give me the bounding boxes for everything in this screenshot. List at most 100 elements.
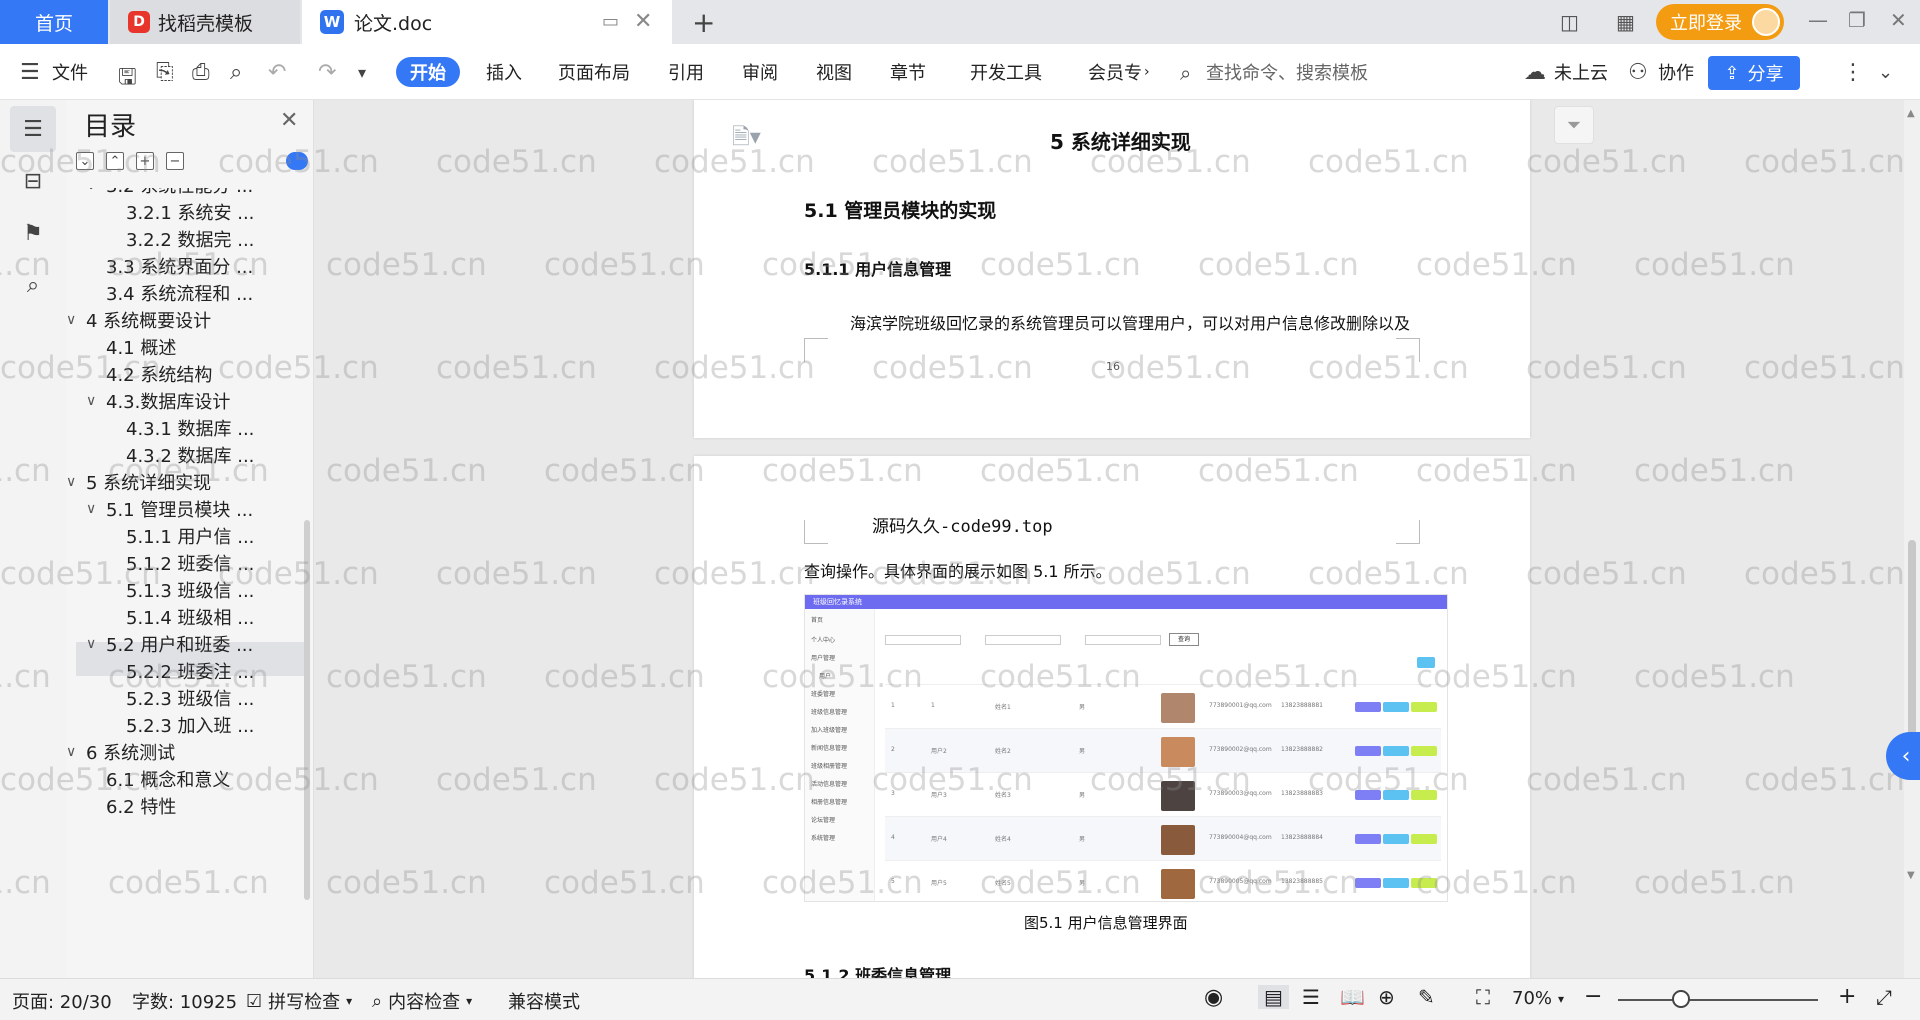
fullscreen-icon[interactable]: ⤢ <box>1876 985 1892 1009</box>
figure-cell: 1 <box>931 702 935 709</box>
figure-avatar <box>1161 825 1195 855</box>
document-page[interactable]: 源码久久-code99.top 查询操作。具体界面的展示如图 5.1 所示。 班… <box>694 456 1530 978</box>
monitor-icon[interactable]: ▭ <box>602 11 619 32</box>
login-button[interactable]: 立即登录 <box>1656 4 1784 40</box>
close-window-icon[interactable]: ✕ <box>1890 8 1907 32</box>
menu-page-layout[interactable]: 页面布局 <box>558 44 630 100</box>
tab-templates[interactable]: D 找稻壳模板 <box>110 0 300 44</box>
chevron-down-icon: ▾ <box>346 994 353 1008</box>
eye-protection-icon[interactable]: ◉ <box>1204 985 1223 1010</box>
save-icon[interactable]: 🖫 <box>118 60 137 98</box>
figure-cell: 773890001@qq.com <box>1209 702 1272 709</box>
figure-avatar <box>1161 869 1195 899</box>
toc-close-icon[interactable]: ✕ <box>280 108 298 133</box>
vertical-scrollbar[interactable]: ▲ ▼ <box>1904 100 1920 978</box>
remove-heading-icon[interactable]: − <box>166 152 184 170</box>
figure-table-row: 3 用户3 姓名3 男 773890003@qq.com 13823888883 <box>885 773 1441 817</box>
toc-item-label: 5.2 用户和班委 ... <box>106 634 254 656</box>
menu-view[interactable]: 视图 <box>816 44 852 100</box>
figure-search-field <box>985 635 1061 645</box>
fit-page-icon[interactable]: ⛶ <box>1476 985 1490 1009</box>
login-label: 立即登录 <box>1670 13 1742 34</box>
menu-member-label: 会员专 <box>1088 63 1142 84</box>
menu-developer[interactable]: 开发工具 <box>970 44 1042 100</box>
figure-menu-item: 个人中心 <box>811 637 836 644</box>
chevron-down-icon[interactable]: ∨ <box>66 474 86 490</box>
chevron-down-icon[interactable]: ∨ <box>66 744 86 760</box>
menu-view-label: 视图 <box>816 63 852 84</box>
add-heading-icon[interactable]: + <box>136 152 154 170</box>
undo-icon[interactable]: ↶ <box>268 60 286 85</box>
zoom-slider-handle[interactable] <box>1672 990 1690 1008</box>
collaborate-button[interactable]: 协作 <box>1658 44 1694 100</box>
figure-add-button <box>1417 657 1435 668</box>
command-search-input[interactable]: 查找命令、搜索模板 <box>1206 44 1368 100</box>
scroll-down-icon[interactable]: ▼ <box>1907 870 1915 881</box>
cloud-status-button[interactable]: 未上云 <box>1554 44 1608 100</box>
zoom-in-icon[interactable]: + <box>1838 984 1856 1009</box>
toc-view-icon[interactable]: ☰ <box>10 106 56 152</box>
spell-check-button[interactable]: ☑ 拼写检查 ▾ <box>246 988 352 1014</box>
write-mode-icon[interactable]: ✎ <box>1418 985 1435 1009</box>
toc-item[interactable]: 6.2 特性 <box>106 789 176 822</box>
find-icon[interactable]: ⌕ <box>10 262 56 308</box>
collapse-all-icon[interactable]: ⌃ <box>106 152 124 170</box>
tab-home[interactable]: 首页 <box>0 0 108 44</box>
figure-search-field <box>885 635 961 645</box>
menu-insert[interactable]: 插入 <box>486 44 522 100</box>
menu-chapter[interactable]: 章节 <box>890 44 926 100</box>
page-indicator[interactable]: 页面: 20/30 <box>12 988 112 1014</box>
minimize-icon[interactable]: — <box>1808 8 1828 32</box>
zoom-level-select[interactable]: 70% ▾ <box>1512 988 1564 1009</box>
print-icon[interactable]: ⎙ <box>192 60 210 85</box>
collapse-ribbon-icon[interactable]: ⌄ <box>1878 62 1893 83</box>
close-tab-icon[interactable]: ✕ <box>634 9 652 34</box>
file-menu[interactable]: 文件 <box>52 44 88 100</box>
outline-view-icon[interactable]: ☰ <box>1302 985 1320 1009</box>
figure-caption: 图5.1 用户信息管理界面 <box>1024 914 1188 932</box>
apps-grid-icon[interactable]: ▦ <box>1616 10 1635 34</box>
menu-start[interactable]: 开始 <box>396 57 460 87</box>
chevron-down-icon[interactable]: ∨ <box>86 188 106 193</box>
figure-cell: 13823888884 <box>1281 834 1323 841</box>
menu-scroll-right-icon[interactable]: › <box>1144 64 1150 80</box>
scroll-up-icon[interactable]: ▲ <box>1907 108 1915 119</box>
document-canvas[interactable]: 🗎▾ 5 系统详细实现 5.1 管理员模块的实现 5.1.1 用户信息管理 海滨… <box>314 100 1904 978</box>
menu-review[interactable]: 审阅 <box>742 44 778 100</box>
document-page[interactable]: 🗎▾ 5 系统详细实现 5.1 管理员模块的实现 5.1.1 用户信息管理 海滨… <box>694 100 1530 438</box>
web-view-icon[interactable]: ⊕ <box>1378 985 1395 1009</box>
page-view-icon[interactable]: ▤ <box>1258 985 1289 1009</box>
layout-icon[interactable]: ◫ <box>1560 10 1579 34</box>
menu-member[interactable]: 会员专 › <box>1088 44 1150 100</box>
quick-access-more-icon[interactable]: ▾ <box>358 63 366 82</box>
redo-icon[interactable]: ↷ <box>318 60 336 85</box>
zoom-slider[interactable] <box>1618 999 1818 1001</box>
hamburger-icon[interactable]: ☰ <box>20 60 40 85</box>
scrollbar-thumb[interactable] <box>1908 540 1916 750</box>
figure-cell: 姓名4 <box>995 836 1011 843</box>
word-count[interactable]: 字数: 10925 <box>132 988 237 1014</box>
figure-avatar <box>1161 781 1195 811</box>
chapter-nav-icon[interactable]: ⊟ <box>10 158 56 204</box>
chevron-down-icon[interactable]: ∨ <box>66 312 86 328</box>
chevron-down-icon[interactable]: ∨ <box>86 501 106 517</box>
more-options-icon[interactable]: ⋮ <box>1842 60 1864 85</box>
read-mode-icon[interactable]: 📖 <box>1340 985 1365 1009</box>
chevron-down-icon[interactable]: ∨ <box>86 636 106 652</box>
tab-document[interactable]: W 论文.doc ▭ ✕ <box>302 0 672 44</box>
zoom-out-icon[interactable]: − <box>1584 984 1602 1009</box>
bookmark-icon[interactable]: ⚑ <box>10 210 56 256</box>
export-pdf-icon[interactable]: ⎘ <box>156 60 174 85</box>
toc-scrollbar[interactable] <box>304 520 310 900</box>
filter-icon[interactable]: ⏷ <box>1554 106 1594 144</box>
content-check-button[interactable]: ⌕ 内容检查 ▾ <box>372 988 472 1014</box>
restore-icon[interactable]: ❐ <box>1848 8 1866 32</box>
new-tab-button[interactable]: + <box>692 6 715 39</box>
toc-ai-icon[interactable] <box>286 152 308 170</box>
doc-format-icon[interactable]: 🗎▾ <box>732 120 761 158</box>
chevron-down-icon[interactable]: ∨ <box>86 393 106 409</box>
menu-references[interactable]: 引用 <box>668 44 704 100</box>
print-preview-icon[interactable]: ⌕ <box>230 60 242 85</box>
share-button[interactable]: ⇪ 分享 <box>1708 56 1800 90</box>
expand-all-icon[interactable]: ⌄ <box>76 152 94 170</box>
